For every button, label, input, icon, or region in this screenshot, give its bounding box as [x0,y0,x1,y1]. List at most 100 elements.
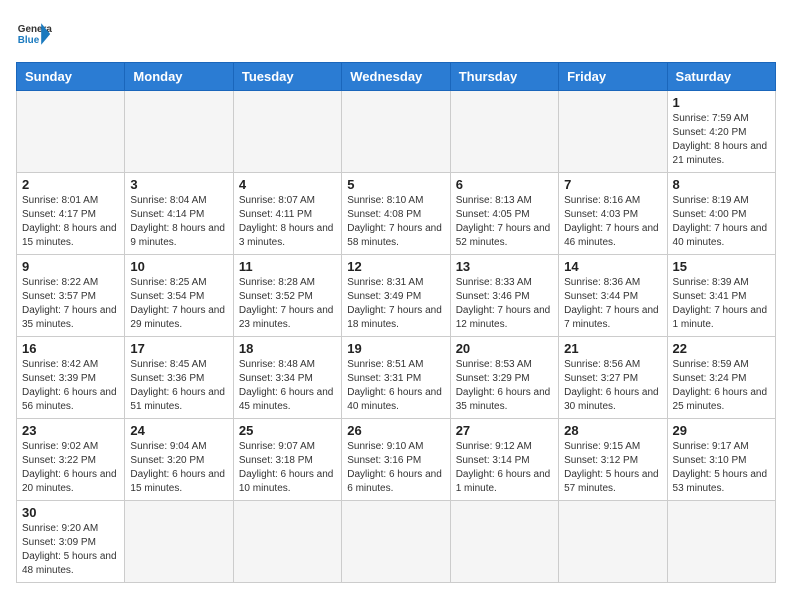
calendar-cell: 4 Sunrise: 8:07 AM Sunset: 4:11 PM Daylig… [233,173,341,255]
calendar-cell: 1 Sunrise: 7:59 AM Sunset: 4:20 PM Daylig… [667,91,775,173]
calendar-cell: 29Sunrise: 9:17 AM Sunset: 3:10 PM Dayli… [667,419,775,501]
day-info: Sunrise: 8:22 AM Sunset: 3:57 PM Dayligh… [22,277,117,330]
day-number: 23 [22,423,119,438]
day-info: Sunrise: 8:48 AM Sunset: 3:34 PM Dayligh… [239,359,334,412]
day-number: 15 [673,259,770,274]
calendar-cell: 13Sunrise: 8:33 AM Sunset: 3:46 PM Dayli… [450,255,558,337]
day-number: 4 [239,177,336,192]
day-info: Sunrise: 8:25 AM Sunset: 3:54 PM Dayligh… [130,277,225,330]
calendar-cell [342,91,450,173]
calendar-cell: 25Sunrise: 9:07 AM Sunset: 3:18 PM Dayli… [233,419,341,501]
calendar-cell: 19 Sunrise: 8:51 AM Sunset: 3:31 PM Dayli… [342,337,450,419]
calendar-cell: 30 Sunrise: 9:20 AM Sunset: 3:09 PM Dayli… [17,501,125,583]
day-number: 16 [22,341,119,356]
day-info: Sunrise: 8:39 AM Sunset: 3:41 PM Dayligh… [673,277,768,330]
page-header: General Blue [16,16,776,52]
day-info: Sunrise: 8:16 AM Sunset: 4:03 PM Dayligh… [564,195,659,248]
calendar-cell [559,91,667,173]
calendar-week-row: 16 Sunrise: 8:42 AM Sunset: 3:39 PM Dayli… [17,337,776,419]
calendar-header-row: SundayMondayTuesdayWednesdayThursdayFrid… [17,63,776,91]
calendar-header-monday: Monday [125,63,233,91]
day-info: Sunrise: 8:07 AM Sunset: 4:11 PM Dayligh… [239,195,334,248]
calendar-cell [17,91,125,173]
day-info: Sunrise: 9:20 AM Sunset: 3:09 PM Dayligh… [22,523,117,576]
calendar-cell [559,501,667,583]
calendar-body: 1 Sunrise: 7:59 AM Sunset: 4:20 PM Daylig… [17,91,776,583]
day-number: 30 [22,505,119,520]
calendar-cell: 5Sunrise: 8:10 AM Sunset: 4:08 PM Daylig… [342,173,450,255]
day-info: Sunrise: 7:59 AM Sunset: 4:20 PM Dayligh… [673,113,768,166]
calendar-cell: 10 Sunrise: 8:25 AM Sunset: 3:54 PM Dayli… [125,255,233,337]
calendar-cell: 17 Sunrise: 8:45 AM Sunset: 3:36 PM Dayli… [125,337,233,419]
calendar-cell: 16 Sunrise: 8:42 AM Sunset: 3:39 PM Dayli… [17,337,125,419]
calendar-cell: 26 Sunrise: 9:10 AM Sunset: 3:16 PM Dayli… [342,419,450,501]
calendar-cell: 14 Sunrise: 8:36 AM Sunset: 3:44 PM Dayli… [559,255,667,337]
calendar-cell: 2 Sunrise: 8:01 AM Sunset: 4:17 PM Daylig… [17,173,125,255]
calendar-cell: 6Sunrise: 8:13 AM Sunset: 4:05 PM Daylig… [450,173,558,255]
calendar-cell [125,501,233,583]
day-number: 6 [456,177,553,192]
calendar-cell: 20 Sunrise: 8:53 AM Sunset: 3:29 PM Dayli… [450,337,558,419]
calendar-header-wednesday: Wednesday [342,63,450,91]
logo: General Blue [16,16,52,52]
calendar-week-row: 9 Sunrise: 8:22 AM Sunset: 3:57 PM Daylig… [17,255,776,337]
day-info: Sunrise: 8:04 AM Sunset: 4:14 PM Dayligh… [130,195,225,248]
calendar-cell: 15 Sunrise: 8:39 AM Sunset: 3:41 PM Dayli… [667,255,775,337]
calendar-week-row: 2 Sunrise: 8:01 AM Sunset: 4:17 PM Daylig… [17,173,776,255]
day-number: 1 [673,95,770,110]
calendar-week-row: 1 Sunrise: 7:59 AM Sunset: 4:20 PM Daylig… [17,91,776,173]
day-number: 9 [22,259,119,274]
calendar-cell [233,501,341,583]
day-info: Sunrise: 8:01 AM Sunset: 4:17 PM Dayligh… [22,195,117,248]
day-info: Sunrise: 9:04 AM Sunset: 3:20 PM Dayligh… [130,441,225,494]
day-number: 12 [347,259,444,274]
calendar-cell: 7 Sunrise: 8:16 AM Sunset: 4:03 PM Daylig… [559,173,667,255]
day-number: 28 [564,423,661,438]
calendar-header-sunday: Sunday [17,63,125,91]
calendar-cell: 24 Sunrise: 9:04 AM Sunset: 3:20 PM Dayli… [125,419,233,501]
calendar-cell [450,501,558,583]
day-number: 8 [673,177,770,192]
day-info: Sunrise: 8:53 AM Sunset: 3:29 PM Dayligh… [456,359,551,412]
calendar-cell [342,501,450,583]
day-number: 10 [130,259,227,274]
day-number: 3 [130,177,227,192]
day-number: 17 [130,341,227,356]
day-number: 2 [22,177,119,192]
day-number: 13 [456,259,553,274]
logo-icon: General Blue [16,16,52,52]
calendar-cell [125,91,233,173]
day-number: 24 [130,423,227,438]
day-info: Sunrise: 8:36 AM Sunset: 3:44 PM Dayligh… [564,277,659,330]
calendar-cell: 21Sunrise: 8:56 AM Sunset: 3:27 PM Dayli… [559,337,667,419]
day-number: 20 [456,341,553,356]
day-info: Sunrise: 8:51 AM Sunset: 3:31 PM Dayligh… [347,359,442,412]
day-info: Sunrise: 9:07 AM Sunset: 3:18 PM Dayligh… [239,441,334,494]
day-info: Sunrise: 8:42 AM Sunset: 3:39 PM Dayligh… [22,359,117,412]
day-number: 27 [456,423,553,438]
calendar-header-thursday: Thursday [450,63,558,91]
calendar-cell: 12 Sunrise: 8:31 AM Sunset: 3:49 PM Dayli… [342,255,450,337]
day-number: 18 [239,341,336,356]
day-info: Sunrise: 9:10 AM Sunset: 3:16 PM Dayligh… [347,441,442,494]
calendar-cell: 22 Sunrise: 8:59 AM Sunset: 3:24 PM Dayli… [667,337,775,419]
day-info: Sunrise: 8:19 AM Sunset: 4:00 PM Dayligh… [673,195,768,248]
day-info: Sunrise: 8:31 AM Sunset: 3:49 PM Dayligh… [347,277,442,330]
day-info: Sunrise: 8:59 AM Sunset: 3:24 PM Dayligh… [673,359,768,412]
day-info: Sunrise: 8:45 AM Sunset: 3:36 PM Dayligh… [130,359,225,412]
day-number: 21 [564,341,661,356]
calendar-cell: 27Sunrise: 9:12 AM Sunset: 3:14 PM Dayli… [450,419,558,501]
day-number: 7 [564,177,661,192]
calendar-header-tuesday: Tuesday [233,63,341,91]
day-number: 19 [347,341,444,356]
day-number: 11 [239,259,336,274]
day-number: 22 [673,341,770,356]
day-info: Sunrise: 8:10 AM Sunset: 4:08 PM Dayligh… [347,195,442,248]
calendar-cell: 3 Sunrise: 8:04 AM Sunset: 4:14 PM Daylig… [125,173,233,255]
day-number: 26 [347,423,444,438]
calendar-cell [450,91,558,173]
calendar-table: SundayMondayTuesdayWednesdayThursdayFrid… [16,62,776,583]
calendar-cell [233,91,341,173]
calendar-week-row: 23Sunrise: 9:02 AM Sunset: 3:22 PM Dayli… [17,419,776,501]
day-number: 14 [564,259,661,274]
